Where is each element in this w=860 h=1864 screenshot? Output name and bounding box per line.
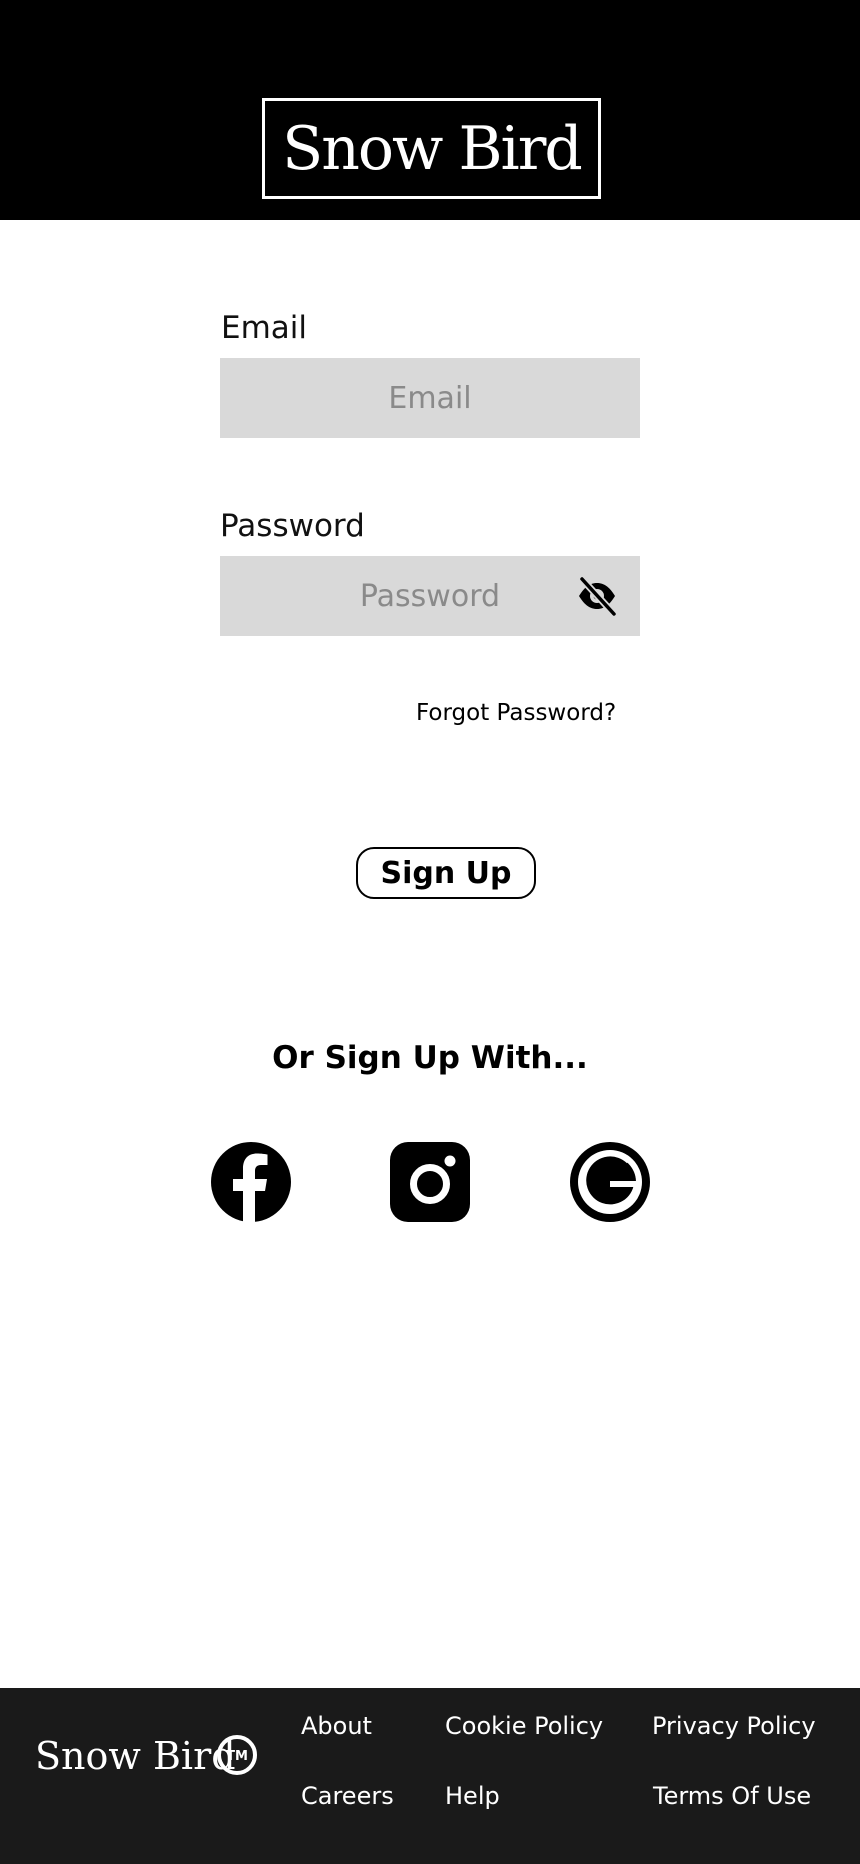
email-label: Email [221, 310, 308, 346]
footer-logo: Snow Bird [35, 1734, 236, 1778]
google-icon[interactable] [569, 1141, 651, 1223]
header: Snow Bird [0, 0, 860, 220]
signup-button[interactable]: Sign Up [356, 847, 536, 899]
password-field-container [220, 556, 640, 636]
email-field-container [220, 358, 640, 438]
trademark-icon: TM [217, 1735, 257, 1775]
social-heading: Or Sign Up With... [272, 1040, 588, 1076]
footer-link-privacy-policy[interactable]: Privacy Policy [652, 1712, 816, 1740]
footer: Snow Bird TM About Cookie Policy Privacy… [0, 1688, 860, 1864]
forgot-password-link[interactable]: Forgot Password? [416, 700, 616, 726]
instagram-icon[interactable] [389, 1141, 471, 1223]
logo: Snow Bird [262, 98, 601, 199]
footer-link-about[interactable]: About [301, 1712, 372, 1740]
footer-link-help[interactable]: Help [445, 1782, 500, 1810]
footer-link-careers[interactable]: Careers [301, 1782, 394, 1810]
footer-link-cookie-policy[interactable]: Cookie Policy [445, 1712, 603, 1740]
facebook-icon[interactable] [210, 1141, 292, 1223]
eye-slash-icon[interactable] [576, 576, 618, 616]
logo-text: Snow Bird [282, 113, 583, 184]
password-label: Password [220, 508, 365, 544]
footer-link-terms-of-use[interactable]: Terms Of Use [653, 1782, 811, 1810]
trademark-text: TM [226, 1749, 248, 1764]
email-input[interactable] [220, 358, 640, 438]
